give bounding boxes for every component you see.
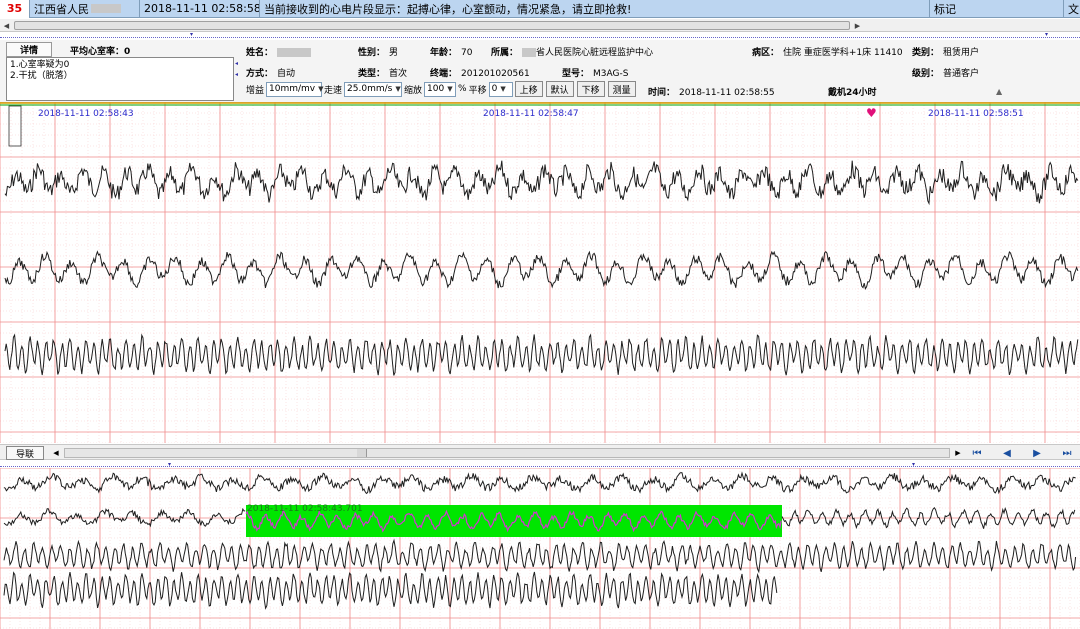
speed-select[interactable]: 25.0mm/s ▼: [344, 81, 403, 97]
alarm-bar[interactable]: 35 江西省人民 2018-11-11 02:58:58 当前接收到的心电片段显…: [0, 0, 1080, 18]
record-mode: 方式： 自动: [246, 69, 296, 79]
zoom-select[interactable]: 100 ▼: [424, 81, 457, 97]
splitter-top[interactable]: ▾ ▾: [0, 31, 1080, 38]
ecg-lead-2-trace: [4, 250, 1079, 291]
alarm-message[interactable]: 当前接收到的心电片段显示：起搏心律，心室颤动，情况紧急，请立即抢救!: [260, 0, 930, 18]
first-page-icon[interactable]: ⏮: [966, 446, 988, 460]
shift-label: 平移: [468, 85, 487, 96]
wear-duration: 戴机24小时: [828, 88, 877, 98]
ecg-main-canvas[interactable]: [0, 102, 1080, 443]
speed-label: 走速: [324, 85, 343, 96]
splitter-handle-icon[interactable]: ▾: [1045, 31, 1048, 38]
ecg-overview-panel[interactable]: 2018-11-11 02:58:43.701: [0, 468, 1080, 629]
lead-button[interactable]: 导联: [6, 446, 44, 460]
diagnosis-box[interactable]: 1.心室率疑为0 2.干扰（脱落）: [6, 57, 234, 101]
patient-age: 年龄： 70: [430, 48, 473, 58]
next-icon[interactable]: ▶: [1026, 446, 1048, 460]
timeline-thumb[interactable]: [357, 449, 367, 457]
gain-label: 增益: [246, 85, 265, 96]
chevron-down-icon: ▼: [318, 85, 324, 93]
patient-info-panel: 详情 平均心室率：0 1.心室率疑为0 2.干扰（脱落） ◂ ◂ 姓名： 性别：…: [0, 40, 1080, 102]
overview-trace-2a: [3, 507, 246, 528]
scroll-left-icon[interactable]: ◀: [1, 20, 12, 31]
chevron-down-icon: ▼: [500, 85, 506, 93]
ecg-lead-1-trace: [4, 160, 1079, 206]
up-arrow-icon[interactable]: ▲: [996, 87, 1002, 96]
patient-affiliation: 所属： 省人民医院心脏远程监护中心: [491, 48, 654, 58]
scroll-right-icon[interactable]: ▶: [852, 20, 863, 31]
overview-trace-4: [3, 571, 778, 610]
tab-details[interactable]: 详情: [6, 42, 52, 57]
expand-icon[interactable]: ◂: [235, 71, 238, 78]
percent-label: %: [458, 84, 467, 94]
splitter-handle-icon[interactable]: ▾: [190, 31, 193, 38]
timestamp-1: 2018-11-11 02:58:43: [38, 109, 134, 119]
terminal-id: 终端： 201201020561: [430, 69, 530, 79]
alarm-count-badge: 35: [0, 0, 30, 18]
scroll-left-icon[interactable]: ◀: [50, 447, 62, 459]
scroll-thumb[interactable]: [14, 21, 850, 30]
display-controls: 增益 10mm/mv ▼ 走速 25.0mm/s ▼ 缩放 100 ▼ % 平移 0 ▼…: [246, 81, 639, 97]
move-down-button[interactable]: 下移: [576, 81, 605, 97]
device-model: 型号： M3AG-S: [562, 69, 629, 79]
ecg-grid: [0, 102, 1080, 443]
patient-category: 类别： 租赁用户: [912, 48, 980, 58]
last-page-icon[interactable]: ⏭: [1056, 446, 1078, 460]
splitter-handle-icon[interactable]: ▾: [912, 461, 915, 468]
top-scrollbar[interactable]: ◀ ▶: [0, 19, 1080, 32]
timeline-scrollbar[interactable]: [64, 448, 950, 458]
shift-select[interactable]: 0 ▼: [488, 81, 513, 97]
alarm-extra: 文: [1068, 2, 1079, 16]
ecg-overview-canvas[interactable]: [0, 468, 1080, 629]
prev-icon[interactable]: ◀: [996, 446, 1018, 460]
diagnosis-line: 2.干扰（脱落）: [10, 71, 73, 81]
patient-name: 姓名：: [246, 45, 312, 58]
scroll-right-icon[interactable]: ▶: [952, 447, 964, 459]
chevron-down-icon: ▼: [447, 85, 453, 93]
heart-marker-icon[interactable]: ♥: [866, 106, 877, 120]
customer-level: 级别： 普通客户: [912, 69, 980, 79]
zoom-label: 缩放: [404, 85, 423, 96]
alarm-time: 2018-11-11 02:58:58: [140, 0, 260, 18]
diagnosis-line: 1.心室率疑为0: [10, 60, 70, 70]
gain-select[interactable]: 10mm/mv ▼: [266, 81, 324, 97]
selection-timestamp: 2018-11-11 02:58:43.701: [247, 504, 363, 514]
ecg-main-panel[interactable]: 2018-11-11 02:58:43 2018-11-11 02:58:47 …: [0, 102, 1080, 443]
average-heart-rate: 平均心室率：0: [70, 47, 131, 57]
move-up-button[interactable]: 上移: [514, 81, 543, 97]
record-time: 时间： 2018-11-11 02:58:55: [648, 88, 775, 98]
mark-button[interactable]: 标记: [930, 0, 1064, 18]
splitter-bottom[interactable]: ▾ ▾: [0, 461, 1080, 468]
measure-button[interactable]: 测量: [607, 81, 636, 97]
default-button[interactable]: 默认: [545, 81, 574, 97]
collapse-icon[interactable]: ◂: [235, 60, 238, 67]
timestamp-3: 2018-11-11 02:58:51: [928, 109, 1024, 119]
splitter-handle-icon[interactable]: ▾: [168, 461, 171, 468]
record-type: 类型： 首次: [358, 69, 408, 79]
navigation-bar: 导联 ◀ ▶ ⏮ ◀ ▶ ⏭: [0, 444, 1080, 460]
alarm-hospital: 江西省人民: [30, 0, 140, 18]
timestamp-2: 2018-11-11 02:58:47: [483, 109, 579, 119]
patient-gender: 性别：男: [358, 48, 399, 58]
chevron-down-icon: ▼: [395, 85, 401, 93]
patient-ward: 病区： 住院 重症医学科+1床 11410: [752, 48, 903, 58]
